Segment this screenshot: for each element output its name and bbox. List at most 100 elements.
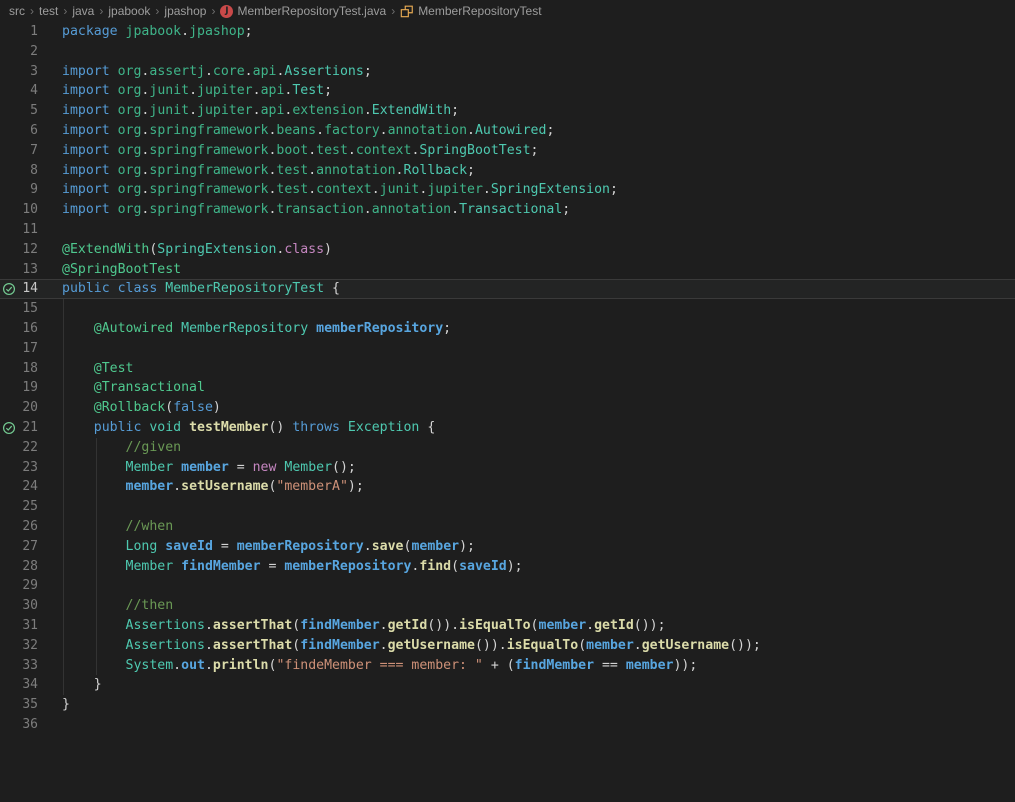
gutter-spacer <box>0 81 18 101</box>
line-number: 17 <box>22 340 38 356</box>
gutter-spacer <box>0 675 18 695</box>
code-line[interactable]: 26 //when <box>0 517 1015 537</box>
code-line[interactable]: 10 import org.springframework.transaction… <box>0 200 1015 220</box>
chevron-right-icon: › <box>391 4 396 18</box>
code-line[interactable]: 20 @Rollback(false) <box>0 398 1015 418</box>
line-number: 34 <box>22 677 38 693</box>
line-number: 22 <box>22 439 38 455</box>
code-text: @Rollback(false) <box>93 400 221 416</box>
gutter-spacer <box>0 62 18 82</box>
line-number: 32 <box>22 637 38 653</box>
line-number: 33 <box>22 657 38 673</box>
line-number: 10 <box>22 202 38 218</box>
code-line[interactable]: 7 import org.springframework.boot.test.co… <box>0 141 1015 161</box>
code-line[interactable]: 36 <box>0 715 1015 735</box>
code-text: //when <box>125 518 174 534</box>
code-line[interactable]: 9 import org.springframework.test.context… <box>0 180 1015 200</box>
line-number: 27 <box>22 538 38 554</box>
line-number: 13 <box>22 261 38 277</box>
code-line[interactable]: 13 @SpringBootTest <box>0 260 1015 280</box>
breadcrumb-item-test[interactable]: test <box>39 4 58 18</box>
code-text: @ExtendWith(SpringExtension.class) <box>62 241 332 257</box>
breadcrumb-item-symbol[interactable]: MemberRepositoryTest <box>400 4 542 18</box>
code-line[interactable]: 32 Assertions.assertThat(findMember.getU… <box>0 636 1015 656</box>
gutter-spacer <box>0 121 18 141</box>
code-line[interactable]: 25 <box>0 497 1015 517</box>
code-text: Assertions.assertThat(findMember.getUser… <box>125 637 761 653</box>
gutter-spacer <box>0 616 18 636</box>
code-text: Member findMember = memberRepository.fin… <box>125 558 523 574</box>
code-line[interactable]: 17 <box>0 339 1015 359</box>
line-number: 12 <box>22 241 38 257</box>
code-line[interactable]: 34 } <box>0 675 1015 695</box>
code-text: System.out.println("findeMember === memb… <box>125 657 698 673</box>
class-icon <box>400 4 414 18</box>
code-line[interactable]: 29 <box>0 576 1015 596</box>
test-passed-icon[interactable] <box>0 279 18 299</box>
code-line[interactable]: 23 Member member = new Member(); <box>0 458 1015 478</box>
code-text: package jpabook.jpashop; <box>62 24 253 39</box>
gutter-spacer <box>0 161 18 181</box>
code-line[interactable]: 35} <box>0 695 1015 715</box>
code-line[interactable]: 4 import org.junit.jupiter.api.Test; <box>0 81 1015 101</box>
code-line[interactable]: 33 System.out.println("findeMember === m… <box>0 656 1015 676</box>
line-number: 21 <box>22 419 38 435</box>
code-line[interactable]: 24 member.setUsername("memberA"); <box>0 477 1015 497</box>
line-number: 18 <box>22 360 38 376</box>
code-line[interactable]: 31 Assertions.assertThat(findMember.getI… <box>0 616 1015 636</box>
code-text: import org.springframework.transaction.a… <box>62 202 571 218</box>
breadcrumb-item-file[interactable]: J MemberRepositoryTest.java <box>220 4 386 18</box>
test-passed-icon[interactable] <box>0 418 18 438</box>
chevron-right-icon: › <box>211 4 216 18</box>
gutter-spacer <box>0 141 18 161</box>
code-editor[interactable]: 1 package jpabook.jpashop; 2 3 import org.as… <box>0 22 1015 735</box>
code-line[interactable]: 8 import org.springframework.test.annotat… <box>0 161 1015 181</box>
code-text: } <box>62 677 102 693</box>
code-text: import org.springframework.beans.factory… <box>62 122 555 138</box>
gutter-spacer <box>0 260 18 280</box>
code-line[interactable]: 12 @ExtendWith(SpringExtension.class) <box>0 240 1015 260</box>
line-number: 29 <box>22 578 38 594</box>
gutter-spacer <box>0 180 18 200</box>
line-number: 2 <box>30 43 38 59</box>
gutter-spacer <box>0 299 18 319</box>
code-line[interactable]: 18 @Test <box>0 359 1015 379</box>
code-text: @Autowired MemberRepository memberReposi… <box>93 320 452 336</box>
breadcrumb-item-src[interactable]: src <box>9 4 25 18</box>
line-number: 19 <box>22 380 38 396</box>
breadcrumb-item-jpabook[interactable]: jpabook <box>108 4 150 18</box>
gutter-spacer <box>0 378 18 398</box>
code-line[interactable]: 6 import org.springframework.beans.factor… <box>0 121 1015 141</box>
line-number: 26 <box>22 518 38 534</box>
gutter-spacer <box>0 636 18 656</box>
code-text: Long saveId = memberRepository.save(memb… <box>125 538 475 554</box>
gutter-spacer <box>0 22 18 42</box>
code-text: import org.junit.jupiter.api.extension.E… <box>62 103 460 119</box>
code-line[interactable]: 14 public class MemberRepositoryTest { <box>0 279 1015 300</box>
gutter-spacer <box>0 458 18 478</box>
code-text: import org.springframework.test.annotati… <box>62 162 475 178</box>
breadcrumb-item-jpashop[interactable]: jpashop <box>164 4 206 18</box>
gutter-spacer <box>0 656 18 676</box>
code-line[interactable]: 15 <box>0 299 1015 319</box>
code-line[interactable]: 28 Member findMember = memberRepository.… <box>0 557 1015 577</box>
code-line[interactable]: 3 import org.assertj.core.api.Assertions; <box>0 62 1015 82</box>
breadcrumb-file-label: MemberRepositoryTest.java <box>237 4 387 18</box>
chevron-right-icon: › <box>30 4 34 18</box>
line-number: 7 <box>30 142 38 158</box>
breadcrumb-item-java[interactable]: java <box>72 4 94 18</box>
code-line[interactable]: 2 <box>0 42 1015 62</box>
gutter-spacer <box>0 319 18 339</box>
code-line[interactable]: 16 @Autowired MemberRepository memberRep… <box>0 319 1015 339</box>
code-line[interactable]: 5 import org.junit.jupiter.api.extension.… <box>0 101 1015 121</box>
gutter-spacer <box>0 557 18 577</box>
code-line[interactable]: 1 package jpabook.jpashop; <box>0 22 1015 42</box>
code-line[interactable]: 21 public void testMember() throws Excep… <box>0 418 1015 438</box>
code-line[interactable]: 11 <box>0 220 1015 240</box>
code-text: @Test <box>93 360 134 376</box>
code-line[interactable]: 22 //given <box>0 438 1015 458</box>
code-line[interactable]: 19 @Transactional <box>0 378 1015 398</box>
code-line[interactable]: 30 //then <box>0 596 1015 616</box>
code-text: //given <box>125 439 182 455</box>
code-line[interactable]: 27 Long saveId = memberRepository.save(m… <box>0 537 1015 557</box>
